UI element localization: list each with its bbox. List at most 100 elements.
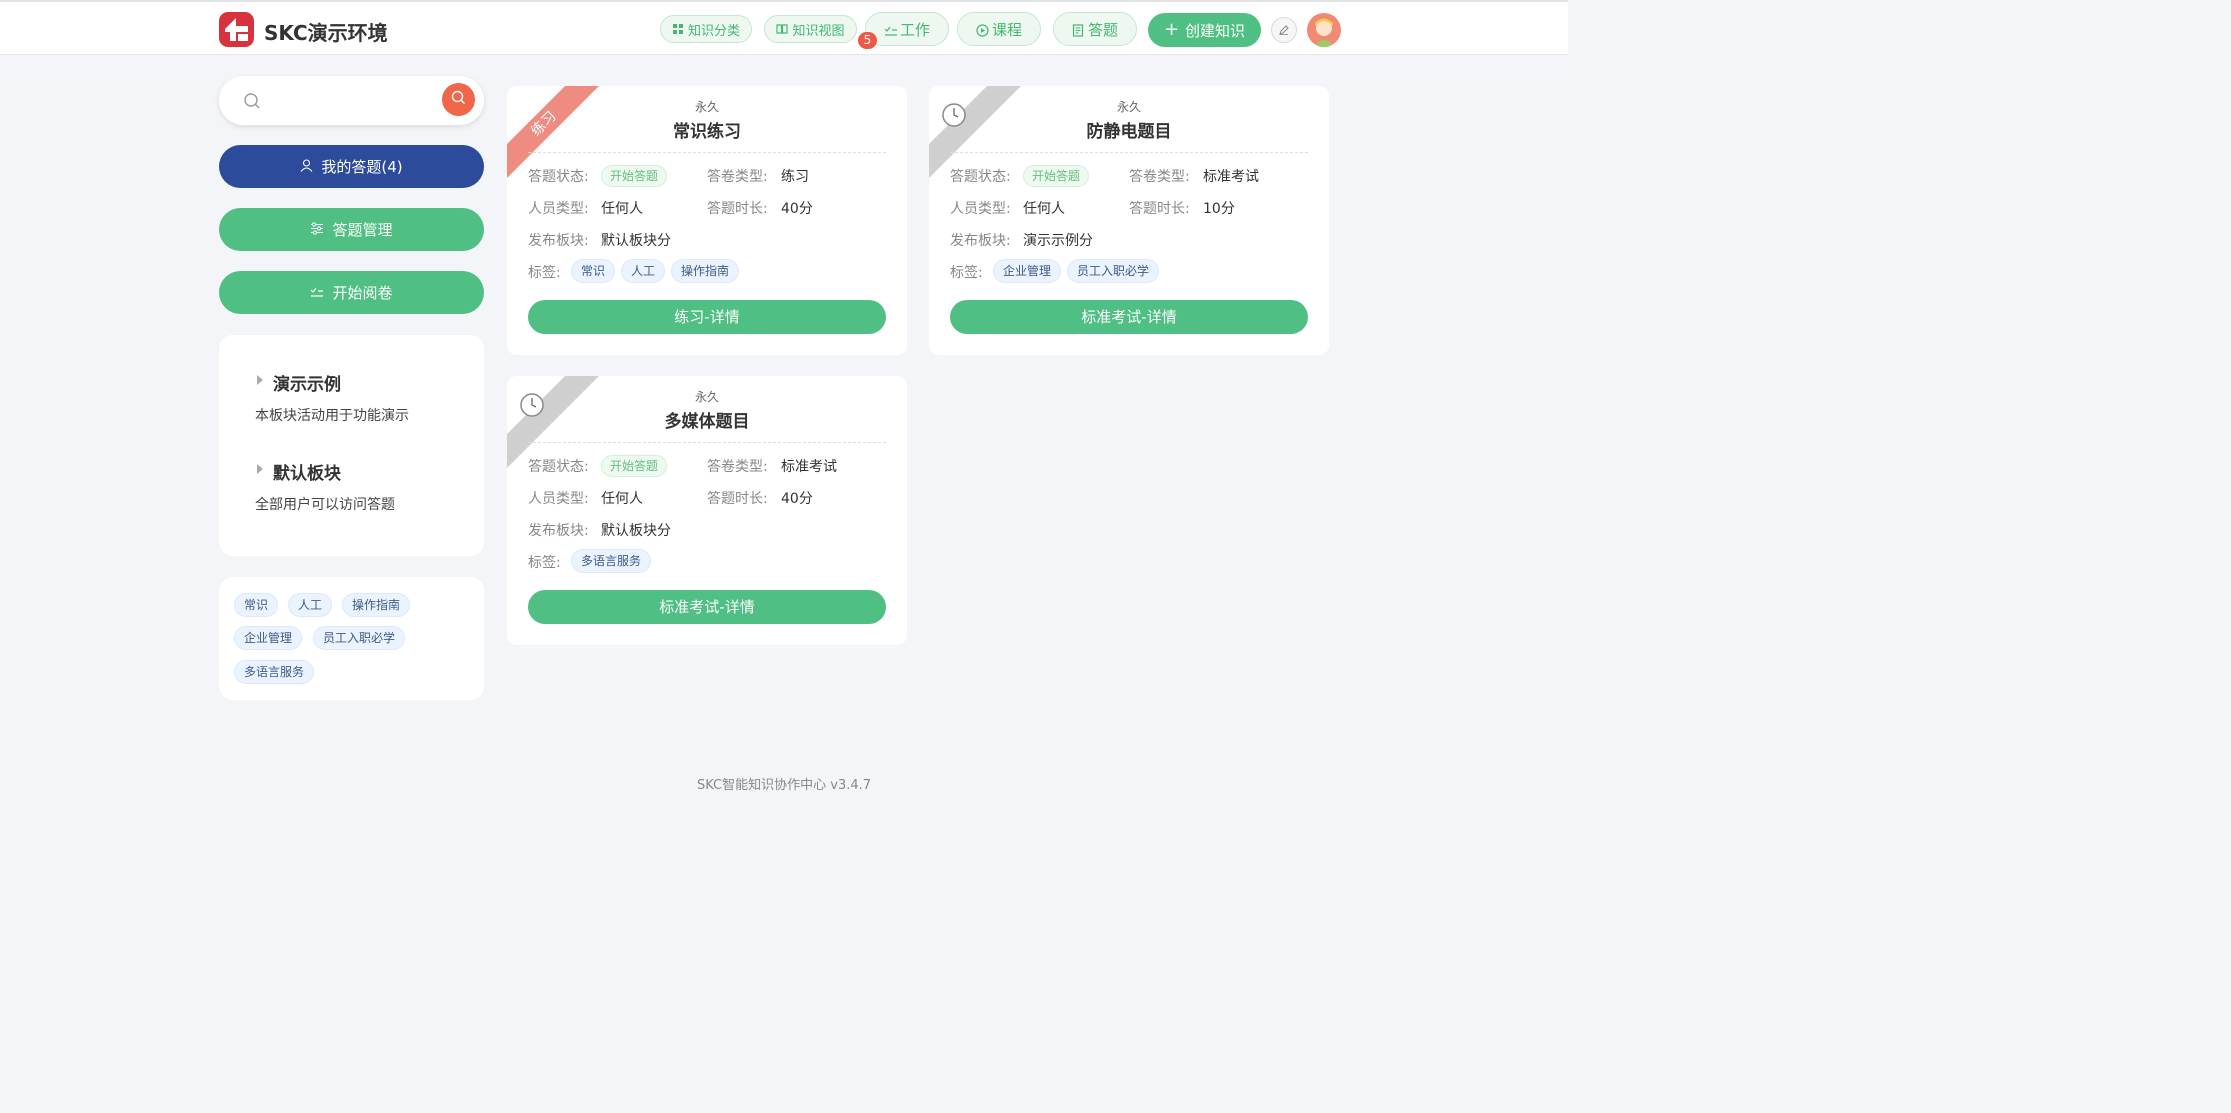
- board-value: 默认板块分: [601, 523, 671, 539]
- grid-icon: [672, 23, 684, 35]
- expand-triangle-icon[interactable]: [257, 464, 263, 474]
- tag-chip[interactable]: 员工入职必学: [1067, 259, 1160, 283]
- search-submit-button[interactable]: [442, 83, 475, 116]
- person-type-label: 人员类型:: [528, 491, 589, 507]
- edit-button[interactable]: [1271, 17, 1297, 43]
- board-title-default[interactable]: 默认板块: [273, 459, 341, 484]
- my-answers-button[interactable]: 我的答题(4): [219, 145, 484, 188]
- work-count-badge: 5: [858, 32, 877, 49]
- tag-chip[interactable]: 人工: [621, 259, 666, 283]
- nav-work-button[interactable]: 工作: [865, 12, 949, 46]
- tag-chip[interactable]: 多语言服务: [571, 549, 652, 573]
- card-tags: 常识 人工 操作指南: [571, 259, 745, 283]
- paper-type-label: 答卷类型:: [707, 169, 768, 185]
- user-icon: [300, 158, 313, 176]
- answer-management-button[interactable]: 答题管理: [219, 208, 484, 251]
- person-type-value: 任何人: [601, 201, 643, 217]
- duration-label: 答题时长:: [1129, 201, 1190, 217]
- book-icon: [776, 23, 789, 35]
- search-icon: [243, 92, 260, 109]
- status-label: 答题状态:: [528, 169, 589, 185]
- create-knowledge-button[interactable]: + 创建知识: [1148, 13, 1261, 47]
- sliders-icon: [310, 221, 324, 239]
- divider: [528, 442, 886, 443]
- tag-chip[interactable]: 多语言服务: [234, 660, 315, 684]
- board-desc-demo: 本板块活动用于功能演示: [255, 408, 409, 424]
- card-tags: 多语言服务: [571, 549, 657, 573]
- paper-type-label: 答卷类型:: [1129, 169, 1190, 185]
- card-title[interactable]: 防静电题目: [929, 117, 1329, 142]
- board-label: 发布板块:: [528, 233, 589, 249]
- tags-label: 标签:: [528, 265, 561, 281]
- check-list-icon: [884, 23, 897, 36]
- person-type-label: 人员类型:: [950, 201, 1011, 217]
- exam-icon: [1072, 23, 1084, 37]
- divider: [528, 152, 886, 153]
- duration-label: 答题时长:: [707, 201, 768, 217]
- board-desc-default: 全部用户可以访问答题: [255, 497, 395, 513]
- tag-chip[interactable]: 常识: [571, 259, 616, 283]
- plus-icon: +: [1163, 19, 1180, 40]
- duration-value: 40分: [781, 201, 813, 217]
- status-badge[interactable]: 开始答题: [1023, 165, 1090, 187]
- duration-value: 40分: [781, 491, 813, 507]
- duration-label: 答题时长:: [707, 491, 768, 507]
- nav-course-button[interactable]: 课程: [957, 12, 1041, 46]
- tag-chip[interactable]: 企业管理: [993, 259, 1062, 283]
- duration-value: 10分: [1203, 201, 1235, 217]
- paper-type-value: 标准考试: [1203, 169, 1259, 185]
- my-answers-label: 我的答题(4): [321, 158, 403, 176]
- card-title[interactable]: 多媒体题目: [507, 407, 907, 432]
- detail-button[interactable]: 标准考试-详情: [950, 300, 1308, 334]
- tag-chip[interactable]: 企业管理: [234, 626, 303, 650]
- quiz-card: 永久 防静电题目 答题状态: 开始答题 答卷类型: 标准考试 人员类型: 任何人…: [929, 86, 1329, 355]
- board-list-panel: 演示示例 本板块活动用于功能演示 默认板块 全部用户可以访问答题: [219, 335, 484, 556]
- tag-chip[interactable]: 操作指南: [671, 259, 740, 283]
- nav-label: 答题: [1087, 20, 1118, 39]
- search-input[interactable]: [271, 88, 441, 113]
- tags-label: 标签:: [528, 555, 561, 571]
- tag-chip[interactable]: 人工: [288, 593, 333, 617]
- top-navbar: SKC演示环境 知识分类 知识视图 工作 5 课程 答题 + 创建知识: [0, 0, 1568, 55]
- pencil-icon: [1278, 21, 1290, 40]
- card-tags: 企业管理 员工入职必学: [993, 259, 1165, 283]
- board-value: 演示示例分: [1023, 233, 1093, 249]
- check-list-icon: [310, 284, 324, 302]
- nav-label: 知识视图: [792, 23, 845, 39]
- tag-chip[interactable]: 操作指南: [342, 593, 411, 617]
- detail-button[interactable]: 标准考试-详情: [528, 590, 886, 624]
- nav-knowledge-category-button[interactable]: 知识分类: [660, 15, 752, 43]
- board-title-demo[interactable]: 演示示例: [273, 370, 341, 395]
- start-review-button[interactable]: 开始阅卷: [219, 271, 484, 314]
- tag-cloud-panel: 常识 人工 操作指南 企业管理 员工入职必学 多语言服务: [219, 577, 484, 700]
- card-title[interactable]: 常识练习: [507, 117, 907, 142]
- footer-text: SKC智能知识协作中心 v3.4.7: [696, 778, 872, 793]
- status-label: 答题状态:: [950, 169, 1011, 185]
- status-badge[interactable]: 开始答题: [601, 455, 668, 477]
- divider: [950, 152, 1308, 153]
- tag-chip[interactable]: 常识: [234, 593, 279, 617]
- paper-type-label: 答卷类型:: [707, 459, 768, 475]
- nav-answer-button[interactable]: 答题: [1053, 12, 1137, 46]
- nav-label: 知识分类: [687, 23, 740, 39]
- validity-label: 永久: [1116, 100, 1141, 114]
- user-avatar[interactable]: [1307, 13, 1341, 47]
- validity-label: 永久: [694, 390, 719, 404]
- status-badge[interactable]: 开始答题: [601, 165, 668, 187]
- board-label: 发布板块:: [528, 523, 589, 539]
- paper-type-value: 练习: [781, 169, 809, 185]
- nav-label: 工作: [899, 20, 930, 39]
- quiz-card: 永久 多媒体题目 答题状态: 开始答题 答卷类型: 标准考试 人员类型: 任何人…: [507, 376, 907, 645]
- nav-knowledge-view-button[interactable]: 知识视图: [764, 15, 857, 43]
- validity-label: 永久: [694, 100, 719, 114]
- start-review-label: 开始阅卷: [332, 284, 393, 302]
- paper-type-value: 标准考试: [781, 459, 837, 475]
- quiz-card: 练习 永久 常识练习 答题状态: 开始答题 答卷类型: 练习 人员类型: 任何人…: [507, 86, 907, 355]
- person-type-value: 任何人: [601, 491, 643, 507]
- detail-button[interactable]: 练习-详情: [528, 300, 886, 334]
- expand-triangle-icon[interactable]: [257, 375, 263, 385]
- tags-label: 标签:: [950, 265, 983, 281]
- brand-name[interactable]: SKC演示环境: [264, 17, 388, 46]
- brand-logo-icon[interactable]: [219, 12, 254, 47]
- tag-chip[interactable]: 员工入职必学: [313, 626, 406, 650]
